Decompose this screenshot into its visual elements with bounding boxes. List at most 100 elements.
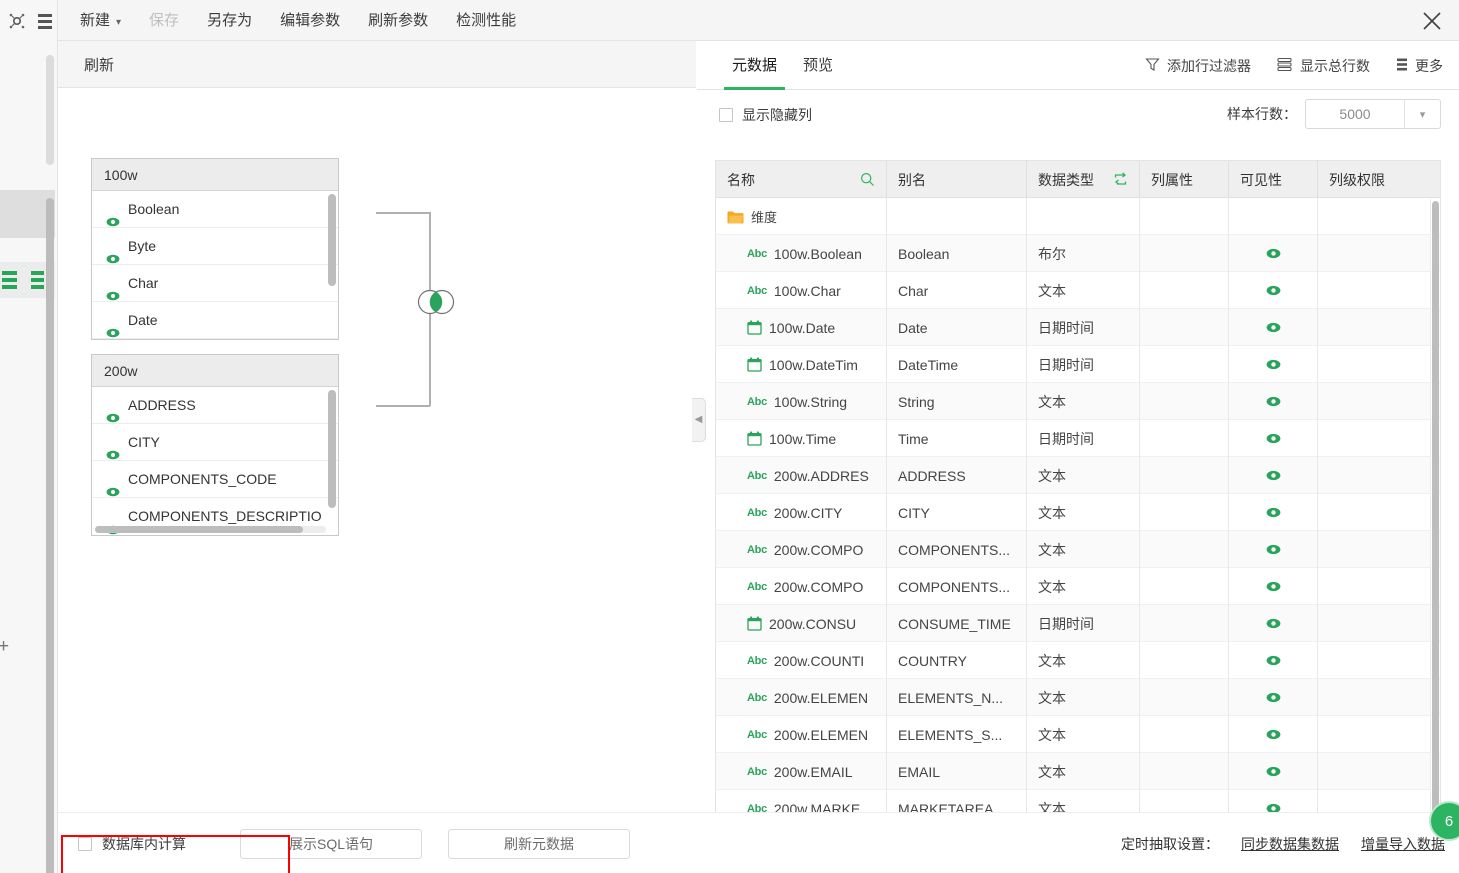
table-row[interactable]: Abc200w.CITYCITY文本 bbox=[716, 494, 1440, 531]
cell-visibility[interactable] bbox=[1229, 383, 1318, 420]
menu-item-new[interactable]: 新建▾ bbox=[66, 0, 135, 41]
table-row[interactable]: Abc100w.BooleanBoolean布尔 bbox=[716, 235, 1440, 272]
cell-visibility[interactable] bbox=[1229, 272, 1318, 309]
scrollbar-vertical[interactable] bbox=[328, 194, 336, 286]
show-total-rows-button[interactable]: 显示总行数 bbox=[1277, 56, 1370, 76]
sync-dataset-link[interactable]: 同步数据集数据 bbox=[1241, 834, 1339, 854]
eye-icon[interactable] bbox=[1266, 653, 1281, 669]
menu-item-save[interactable]: 保存 bbox=[135, 0, 193, 41]
list-item[interactable]: Date bbox=[92, 302, 338, 339]
show-total-rows-label: 显示总行数 bbox=[1300, 56, 1370, 76]
eye-icon[interactable] bbox=[1266, 246, 1281, 262]
inner-join-icon[interactable] bbox=[414, 288, 458, 316]
scrollbar-vertical[interactable] bbox=[328, 390, 336, 508]
cell-visibility[interactable] bbox=[1229, 679, 1318, 716]
eye-icon[interactable] bbox=[1266, 431, 1281, 447]
rail-scrollbar-main[interactable] bbox=[46, 198, 54, 873]
checkbox-box[interactable] bbox=[78, 837, 92, 851]
list-item[interactable]: Char bbox=[92, 265, 338, 302]
tab-preview[interactable]: 预览 bbox=[803, 41, 833, 90]
table-row-folder[interactable]: 维度 bbox=[716, 198, 1440, 235]
column-header-name[interactable]: 名称 bbox=[716, 161, 887, 198]
menu-item-refresh-params[interactable]: 刷新参数 bbox=[354, 0, 442, 41]
close-icon[interactable] bbox=[1419, 8, 1445, 34]
list-lines-alt-icon[interactable] bbox=[31, 271, 44, 289]
table-card-100w[interactable]: 100w Boolean Byte Char bbox=[91, 158, 339, 340]
column-header-datatype[interactable]: 数据类型 bbox=[1027, 161, 1140, 198]
table-card-200w[interactable]: 200w ADDRESS CITY COMPONENTS_CODE bbox=[91, 354, 339, 536]
cell-visibility[interactable] bbox=[1229, 457, 1318, 494]
eye-icon[interactable] bbox=[1266, 690, 1281, 706]
scrollbar-horizontal[interactable] bbox=[95, 526, 303, 533]
list-item[interactable]: Boolean bbox=[92, 191, 338, 228]
table-row[interactable]: Abc200w.COUNTICOUNTRY文本 bbox=[716, 642, 1440, 679]
collapse-panel-button[interactable]: ◀ bbox=[692, 398, 706, 442]
table-row[interactable]: Abc100w.StringString文本 bbox=[716, 383, 1440, 420]
chevron-down-icon[interactable]: ▾ bbox=[1404, 100, 1440, 128]
refresh-metadata-button[interactable]: 刷新元数据 bbox=[448, 829, 630, 859]
cell-visibility[interactable] bbox=[1229, 235, 1318, 272]
data-logo-icon[interactable] bbox=[8, 12, 26, 30]
eye-icon[interactable] bbox=[1266, 468, 1281, 484]
eye-icon[interactable] bbox=[1266, 764, 1281, 780]
table-row[interactable]: Abc100w.CharChar文本 bbox=[716, 272, 1440, 309]
add-icon[interactable]: + bbox=[0, 637, 18, 657]
eye-icon[interactable] bbox=[1266, 394, 1281, 410]
cell-visibility[interactable] bbox=[1229, 716, 1318, 753]
search-icon[interactable] bbox=[860, 172, 875, 187]
eye-icon[interactable] bbox=[1266, 579, 1281, 595]
table-row[interactable]: 100w.TimeTime日期时间 bbox=[716, 420, 1440, 457]
eye-icon[interactable] bbox=[1266, 616, 1281, 632]
eye-icon[interactable] bbox=[1266, 542, 1281, 558]
cell-visibility[interactable] bbox=[1229, 642, 1318, 679]
list-item[interactable]: COMPONENTS_CODE bbox=[92, 461, 338, 498]
cell-visibility[interactable] bbox=[1229, 420, 1318, 457]
list-item[interactable]: ADDRESS bbox=[92, 387, 338, 424]
cell-visibility[interactable] bbox=[1229, 568, 1318, 605]
show-sql-button[interactable]: 展示SQL语句 bbox=[240, 829, 422, 859]
show-hidden-columns-checkbox[interactable]: 显示隐藏列 bbox=[719, 105, 812, 125]
cell-visibility[interactable] bbox=[1229, 753, 1318, 790]
table-row[interactable]: Abc200w.ADDRESADDRESS文本 bbox=[716, 457, 1440, 494]
column-header-permission[interactable]: 列级权限 bbox=[1318, 161, 1440, 198]
table-row[interactable]: 100w.DateTimDateTime日期时间 bbox=[716, 346, 1440, 383]
hamburger-icon[interactable] bbox=[38, 14, 52, 29]
list-item[interactable]: CITY bbox=[92, 424, 338, 461]
menu-item-check-performance[interactable]: 检测性能 bbox=[442, 0, 530, 41]
add-row-filter-button[interactable]: 添加行过滤器 bbox=[1145, 56, 1251, 76]
refresh-button[interactable]: 刷新 bbox=[84, 54, 114, 75]
grid-scrollbar-vertical[interactable] bbox=[1430, 199, 1439, 824]
cell-visibility[interactable] bbox=[1229, 346, 1318, 383]
cell-visibility[interactable] bbox=[1229, 309, 1318, 346]
table-row[interactable]: Abc200w.ELEMENELEMENTS_N...文本 bbox=[716, 679, 1440, 716]
db-calculation-checkbox[interactable]: 数据库内计算 bbox=[78, 834, 186, 854]
eye-icon[interactable] bbox=[1266, 505, 1281, 521]
eye-icon[interactable] bbox=[1266, 283, 1281, 299]
column-header-visibility[interactable]: 可见性 bbox=[1229, 161, 1318, 198]
eye-icon[interactable] bbox=[1266, 727, 1281, 743]
table-row[interactable]: 100w.DateDate日期时间 bbox=[716, 309, 1440, 346]
table-row[interactable]: Abc200w.COMPOCOMPONENTS...文本 bbox=[716, 568, 1440, 605]
column-header-alias[interactable]: 别名 bbox=[887, 161, 1027, 198]
table-row[interactable]: Abc200w.EMAILEMAIL文本 bbox=[716, 753, 1440, 790]
list-lines-icon[interactable] bbox=[2, 271, 17, 289]
table-row[interactable]: Abc200w.ELEMENELEMENTS_S...文本 bbox=[716, 716, 1440, 753]
tab-metadata[interactable]: 元数据 bbox=[732, 41, 777, 90]
eye-icon[interactable] bbox=[1266, 357, 1281, 373]
list-item[interactable]: Byte bbox=[92, 228, 338, 265]
incremental-import-link[interactable]: 增量导入数据 bbox=[1361, 834, 1445, 854]
column-header-attributes[interactable]: 列属性 bbox=[1140, 161, 1229, 198]
cell-visibility[interactable] bbox=[1229, 605, 1318, 642]
table-row[interactable]: 200w.CONSUCONSUME_TIME日期时间 bbox=[716, 605, 1440, 642]
eye-icon[interactable] bbox=[1266, 320, 1281, 336]
sync-icon[interactable] bbox=[1113, 172, 1128, 187]
table-row[interactable]: Abc200w.COMPOCOMPONENTS...文本 bbox=[716, 531, 1440, 568]
sample-rows-select[interactable]: 5000 ▾ bbox=[1305, 99, 1441, 129]
menu-item-save-as[interactable]: 另存为 bbox=[193, 0, 266, 41]
cell-visibility[interactable] bbox=[1229, 531, 1318, 568]
more-button[interactable]: 更多 bbox=[1396, 56, 1443, 76]
checkbox-box[interactable] bbox=[719, 108, 733, 122]
rail-scrollbar-top[interactable] bbox=[46, 55, 54, 165]
menu-item-edit-params[interactable]: 编辑参数 bbox=[266, 0, 354, 41]
cell-visibility[interactable] bbox=[1229, 494, 1318, 531]
